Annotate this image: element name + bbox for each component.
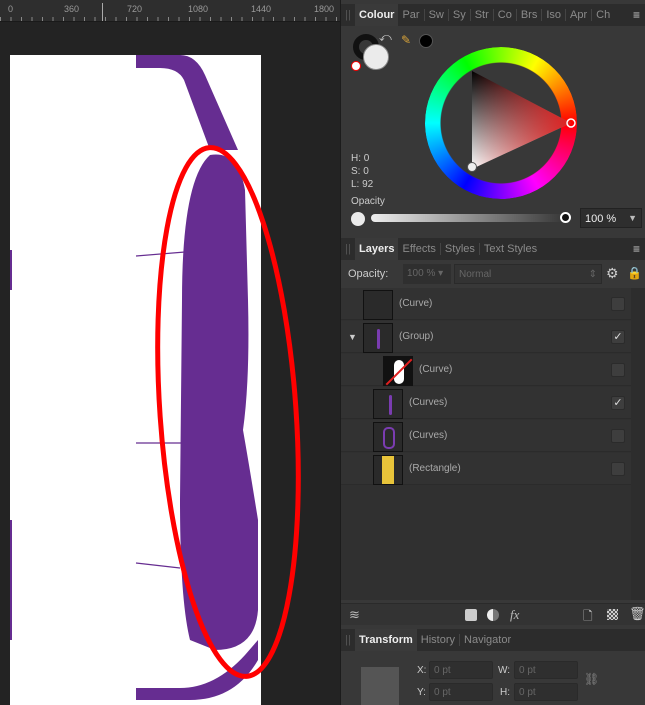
transform-tabbar: || Transform History Navigator <box>341 629 645 651</box>
y-label: Y: <box>417 687 426 698</box>
tab-navigator[interactable]: Navigator <box>460 634 515 646</box>
layer-thumbnail <box>363 323 393 353</box>
layer-visibility-checkbox[interactable] <box>611 297 625 311</box>
adjustment-icon[interactable] <box>487 609 499 621</box>
tab-constraints[interactable]: Co <box>494 9 517 21</box>
new-pixel-layer-icon[interactable] <box>607 609 618 620</box>
right-panel: || Colour Par Sw Sy Str Co Brs Iso Apr C… <box>340 0 645 705</box>
layers-toolbar: ≋ fx 🗋 🗑 <box>341 603 645 625</box>
expand-triangle-icon[interactable]: ▼ <box>348 332 357 342</box>
layer-row[interactable]: ▼ (Group) ✓ <box>341 321 631 353</box>
y-field[interactable]: 0 pt <box>429 683 493 701</box>
gear-icon[interactable]: ⚙ <box>606 265 619 282</box>
ruler-tick: 1800 <box>314 4 335 14</box>
tab-isometric[interactable]: Iso <box>542 9 567 21</box>
ruler-tick: 1080 <box>188 4 209 14</box>
ruler-tick: 720 <box>127 4 143 14</box>
layers-scrollbar[interactable] <box>631 288 645 600</box>
ruler-tick: 360 <box>64 4 80 14</box>
fill-swatch[interactable] <box>363 44 389 70</box>
ruler-tick: 1440 <box>251 4 272 14</box>
tab-styles[interactable]: Styles <box>441 243 480 255</box>
tab-character[interactable]: Ch <box>592 9 614 21</box>
tab-history[interactable]: History <box>417 634 461 646</box>
tab-colour[interactable]: Colour <box>355 4 399 26</box>
tab-swatches[interactable]: Sw <box>425 9 449 21</box>
saturation-readout: S: 0 <box>351 166 369 177</box>
new-layer-icon[interactable]: 🗋 <box>583 607 593 628</box>
opacity-slider[interactable] <box>371 214 569 222</box>
opacity-slider-handle[interactable] <box>560 212 571 223</box>
layer-row[interactable]: (Curve) <box>341 354 631 386</box>
swap-colours-icon[interactable]: ⤺ <box>379 30 392 45</box>
layer-thumbnail <box>373 455 403 485</box>
hue-readout: H: 0 <box>351 153 370 164</box>
h-field[interactable]: 0 pt <box>514 683 578 701</box>
layer-row[interactable]: (Curves) ✓ <box>341 387 631 419</box>
tab-transform[interactable]: Transform <box>355 629 417 651</box>
layer-name: (Rectangle) <box>409 463 461 474</box>
layer-visibility-checkbox[interactable]: ✓ <box>611 330 625 344</box>
layers-list: (Curve) ▼ (Group) ✓ (Curve) (Curves) ✓ (Cur… <box>341 288 631 600</box>
layer-thumbnail <box>373 422 403 452</box>
link-icon[interactable]: ⛓ <box>584 672 599 686</box>
colour-handle <box>467 162 477 172</box>
layer-thumbnail <box>373 389 403 419</box>
tab-paragraph[interactable]: Par <box>398 9 425 21</box>
anchor-selector[interactable] <box>361 667 399 705</box>
tab-effects[interactable]: Effects <box>398 243 441 255</box>
tab-text-styles[interactable]: Text Styles <box>480 243 541 255</box>
layer-thumbnail <box>383 356 413 386</box>
tab-symbols[interactable]: Sy <box>449 9 471 21</box>
ruler-tick: 0 <box>8 4 14 14</box>
blend-mode-select[interactable]: Normal ⇕ <box>454 264 602 284</box>
opacity-value: 100 % <box>585 213 617 225</box>
layer-name: (Curves) <box>409 397 448 408</box>
layer-row[interactable]: (Curve) <box>341 288 631 320</box>
panel-menu-icon[interactable]: ≡ <box>633 8 640 22</box>
colour-tabbar: || Colour Par Sw Sy Str Co Brs Iso Apr C… <box>341 4 645 26</box>
layer-visibility-checkbox[interactable] <box>611 462 625 476</box>
colour-wheel[interactable] <box>423 45 579 201</box>
fx-icon[interactable]: fx <box>510 607 519 623</box>
lightness-readout: L: 92 <box>351 179 374 190</box>
panel-menu-icon[interactable]: ≡ <box>633 242 640 256</box>
tab-brushes[interactable]: Brs <box>517 9 543 21</box>
layers-stack-icon[interactable]: ≋ <box>349 607 360 623</box>
blend-mode-value: Normal <box>459 269 492 280</box>
layer-row[interactable]: (Rectangle) <box>341 453 631 485</box>
layer-opacity-label: Opacity: <box>348 268 389 280</box>
tab-appearance[interactable]: Apr <box>566 9 593 21</box>
layer-name: (Curve) <box>399 298 433 309</box>
layer-opacity-field[interactable]: 100 % ▾ <box>403 264 451 284</box>
no-colour-icon[interactable] <box>351 61 361 71</box>
layer-name: (Curve) <box>419 364 453 375</box>
mask-icon[interactable] <box>465 609 477 621</box>
layers-tabbar: || Layers Effects Styles Text Styles ≡ <box>341 238 645 260</box>
horizontal-ruler: 0 360 720 1080 1440 1800 <box>0 0 340 22</box>
x-label: X: <box>417 665 427 676</box>
layer-opacity-value: 100 % <box>407 268 436 279</box>
layer-name: (Curves) <box>409 430 448 441</box>
trash-icon[interactable]: 🗑 <box>629 606 645 622</box>
opacity-label: Opacity <box>351 196 385 207</box>
layer-visibility-checkbox[interactable]: ✓ <box>611 396 625 410</box>
x-field[interactable]: 0 pt <box>429 661 493 679</box>
h-label: H: <box>500 687 510 698</box>
layer-visibility-checkbox[interactable] <box>611 429 625 443</box>
layer-row[interactable]: (Curves) <box>341 420 631 452</box>
tab-layers[interactable]: Layers <box>355 238 399 260</box>
w-label: W: <box>498 665 511 676</box>
layer-visibility-checkbox[interactable] <box>611 363 625 377</box>
chevron-down-icon[interactable]: ▼ <box>628 213 637 223</box>
layer-thumbnail <box>363 290 393 320</box>
opacity-value-field[interactable]: 100 % ▼ <box>580 208 642 228</box>
tab-stroke[interactable]: Str <box>471 9 494 21</box>
document-canvas[interactable] <box>0 23 340 705</box>
lock-icon[interactable]: 🔒 <box>627 266 642 280</box>
w-field[interactable]: 0 pt <box>514 661 578 679</box>
eyedropper-icon[interactable]: ✎ <box>401 33 411 47</box>
layer-name: (Group) <box>399 331 434 342</box>
opacity-swatch <box>351 212 365 226</box>
